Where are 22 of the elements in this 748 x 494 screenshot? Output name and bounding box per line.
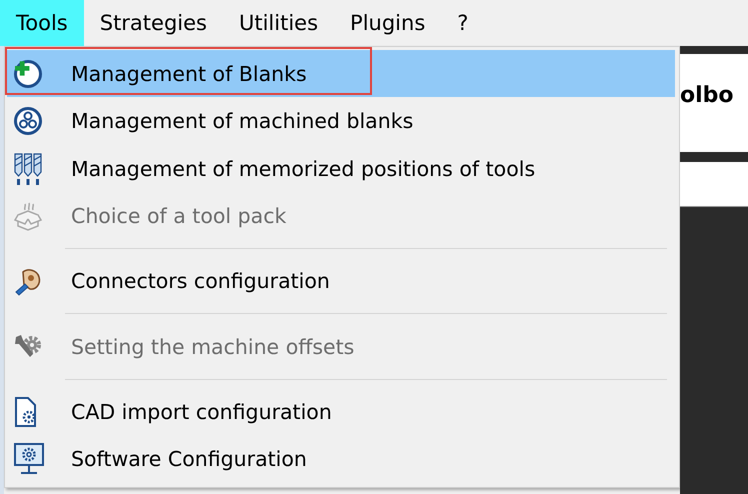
dark-strip xyxy=(680,46,748,54)
menu-item[interactable]: Management of memorized positions of tools xyxy=(7,144,675,192)
menu-item[interactable]: Management of machined blanks xyxy=(7,97,675,145)
text-field[interactable] xyxy=(680,162,748,207)
menu-item[interactable]: Software Configuration xyxy=(7,436,675,484)
plus-circle-icon xyxy=(13,58,43,89)
menu-item[interactable]: Management of Blanks xyxy=(7,50,675,98)
menu-item[interactable]: Connectors configuration xyxy=(7,258,675,306)
menu-title[interactable]: Tools xyxy=(0,0,84,46)
monitor-gear-icon xyxy=(13,442,45,476)
menu-item[interactable]: CAD import configuration xyxy=(7,388,675,436)
document-gear-icon xyxy=(13,396,39,428)
drill-bits-icon xyxy=(13,152,43,186)
dark-strip xyxy=(680,152,748,162)
menu-title[interactable]: Utilities xyxy=(222,0,334,46)
hand-tool-icon xyxy=(13,266,43,296)
circles-icon xyxy=(13,106,43,136)
panel-heading: olbo xyxy=(680,82,734,108)
menu-title[interactable]: Plugins xyxy=(334,0,442,46)
menu-title[interactable]: ? xyxy=(441,0,484,46)
box-icon xyxy=(13,201,43,232)
menu-title[interactable]: Strategies xyxy=(84,0,223,46)
